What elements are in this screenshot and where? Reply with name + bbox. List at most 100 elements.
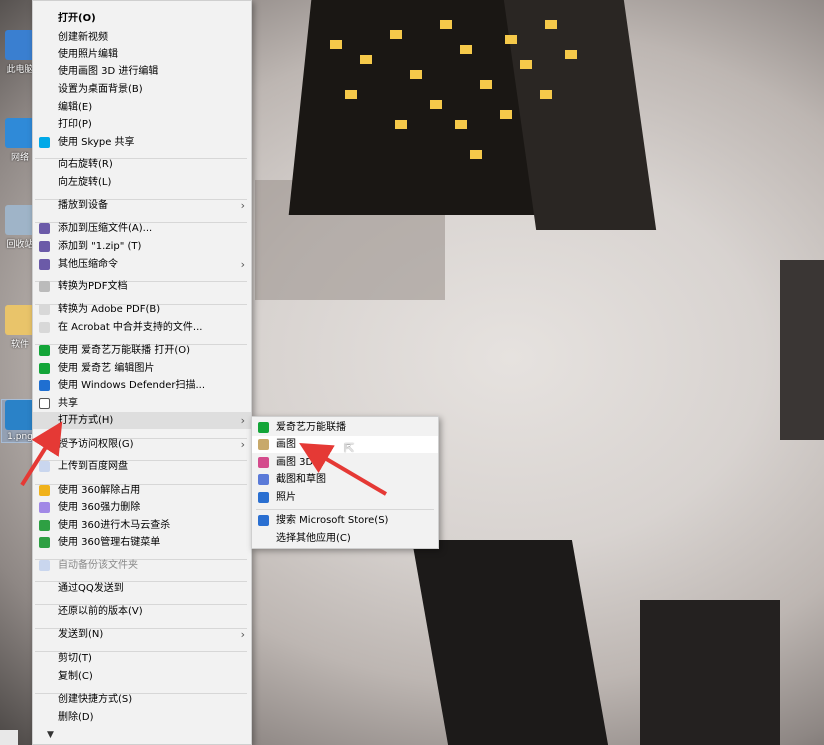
iqiyi-icon: [39, 345, 50, 356]
menu-item[interactable]: 转换为 Adobe PDF(B): [33, 301, 251, 318]
pdf-convert-icon: [39, 281, 50, 292]
submenu-item-label: 画图 3D: [276, 457, 314, 468]
menu-item-label: 使用 360解除占用: [58, 485, 141, 496]
menu-item[interactable]: 复制(C): [33, 668, 251, 685]
menu-scroll-down-icon[interactable]: ▼: [47, 730, 54, 740]
paint-icon: [258, 439, 269, 450]
menu-item-label: 使用 爱奇艺万能联播 打开(O): [58, 345, 191, 356]
menu-item[interactable]: 播放到设备 ›: [33, 197, 251, 214]
submenu-item[interactable]: 爱奇艺万能联播: [252, 419, 438, 436]
menu-item[interactable]: 删除(D): [33, 709, 251, 726]
menu-item-label: 剪切(T): [58, 653, 92, 664]
menu-item[interactable]: 向左旋转(L): [33, 174, 251, 191]
chevron-right-icon: ›: [240, 258, 245, 271]
baidu-icon: [39, 461, 50, 472]
menu-item[interactable]: 使用 爱奇艺 编辑图片: [33, 360, 251, 377]
lit-window: [390, 30, 402, 39]
menu-item[interactable]: 转换为PDF文档: [33, 278, 251, 295]
menu-item[interactable]: 编辑(E): [33, 99, 251, 116]
winrar-icon: [39, 241, 50, 252]
menu-item[interactable]: 向右旋转(R): [33, 156, 251, 173]
lit-window: [480, 80, 492, 89]
skype-icon: [39, 137, 50, 148]
lit-window: [455, 120, 467, 129]
menu-item[interactable]: 使用照片编辑: [33, 46, 251, 63]
menu-item[interactable]: 使用 360管理右键菜单: [33, 534, 251, 551]
lit-window: [345, 90, 357, 99]
menu-item-label: 添加到压缩文件(A)...: [58, 223, 153, 234]
menu-item[interactable]: 通过QQ发送到: [33, 580, 251, 597]
acrobat-icon: [39, 322, 50, 333]
menu-item[interactable]: 使用 360解除占用: [33, 482, 251, 499]
menu-item[interactable]: 添加到 "1.zip" (T): [33, 238, 251, 255]
lit-window: [360, 55, 372, 64]
defender-icon: [39, 380, 50, 391]
menu-item[interactable]: 授予访问权限(G) ›: [33, 436, 251, 453]
menu-item-label: 还原以前的版本(V): [58, 606, 143, 617]
menu-item-label: 在 Acrobat 中合并支持的文件...: [58, 322, 203, 333]
menu-item[interactable]: 使用 爱奇艺万能联播 打开(O): [33, 342, 251, 359]
menu-item[interactable]: 上传到百度网盘: [33, 458, 251, 475]
menu-item[interactable]: 创建快捷方式(S): [33, 691, 251, 708]
submenu-item[interactable]: 选择其他应用(C): [252, 530, 438, 547]
menu-item[interactable]: 使用 Skype 共享: [33, 134, 251, 151]
submenu-item[interactable]: 照片: [252, 489, 438, 506]
menu-item-label: 播放到设备: [58, 200, 108, 211]
menu-item[interactable]: 使用 360进行木马云查杀: [33, 517, 251, 534]
menu-item[interactable]: 使用画图 3D 进行编辑: [33, 63, 251, 80]
desktop-icon-label: 回收站: [6, 240, 34, 250]
wallpaper-building: [780, 260, 824, 440]
menu-item[interactable]: 打开(O): [33, 10, 251, 27]
lit-window: [565, 50, 577, 59]
menu-item-label: 发送到(N): [58, 629, 104, 640]
context-menu: ▼ 打开(O) 创建新视频 使用照片编辑 使用画图 3D 进行编辑设置为桌面背景(B)…: [32, 0, 252, 745]
menu-item[interactable]: 发送到(N) ›: [33, 626, 251, 643]
menu-item[interactable]: 其他压缩命令 ›: [33, 256, 251, 273]
iqiyi-icon: [39, 363, 50, 374]
submenu-separator: [256, 509, 434, 510]
submenu-item[interactable]: 截图和草图: [252, 471, 438, 488]
submenu-item[interactable]: 搜索 Microsoft Store(S): [252, 512, 438, 529]
backup-icon: [39, 560, 50, 571]
menu-item[interactable]: 打印(P): [33, 116, 251, 133]
menu-item[interactable]: 使用 Windows Defender扫描...: [33, 377, 251, 394]
desktop-icon-label: 1.png: [7, 432, 33, 442]
menu-item[interactable]: 在 Acrobat 中合并支持的文件...: [33, 319, 251, 336]
menu-item[interactable]: 共享: [33, 395, 251, 412]
menu-item[interactable]: 自动备份该文件夹: [33, 557, 251, 574]
submenu-item-label: 爱奇艺万能联播: [276, 422, 346, 433]
lit-window: [440, 20, 452, 29]
menu-item[interactable]: 设置为桌面背景(B): [33, 81, 251, 98]
open-with-submenu: 爱奇艺万能联播 画图 画图 3D 截图和草图 照片 搜索 Microsoft Store(…: [251, 416, 439, 549]
menu-item[interactable]: 添加到压缩文件(A)...: [33, 220, 251, 237]
folder-icon: [5, 305, 35, 335]
photos-icon: [258, 492, 269, 503]
desktop-icon-label: 软件: [10, 340, 29, 350]
lit-window: [500, 110, 512, 119]
network-icon: [5, 118, 35, 148]
menu-item-label: 添加到 "1.zip" (T): [58, 241, 142, 252]
menu-item[interactable]: 创建新视频: [33, 29, 251, 46]
menu-item-label: 设置为桌面背景(B): [58, 84, 143, 95]
paint-3d-icon: [258, 457, 269, 468]
share-icon: [39, 398, 50, 409]
desktop-icon-label: 此电脑: [6, 65, 34, 75]
start-button[interactable]: [0, 730, 18, 745]
menu-item[interactable]: 打开方式(H) ›: [33, 412, 251, 429]
submenu-item[interactable]: 画图 3D: [252, 454, 438, 471]
submenu-item-label: 搜索 Microsoft Store(S): [276, 515, 389, 526]
menu-item[interactable]: 还原以前的版本(V): [33, 603, 251, 620]
menu-item-label: 创建快捷方式(S): [58, 694, 133, 705]
menu-item[interactable]: 使用 360强力删除: [33, 499, 251, 516]
chevron-right-icon: ›: [240, 414, 245, 427]
lit-window: [505, 35, 517, 44]
store-icon: [258, 515, 269, 526]
lit-window: [410, 70, 422, 79]
chevron-right-icon: ›: [240, 628, 245, 641]
wallpaper-building: [411, 540, 609, 745]
acrobat-icon: [39, 304, 50, 315]
winrar-icon: [39, 223, 50, 234]
iqiyi-player-icon: [258, 422, 269, 433]
lit-window: [470, 150, 482, 159]
menu-item[interactable]: 剪切(T): [33, 650, 251, 667]
